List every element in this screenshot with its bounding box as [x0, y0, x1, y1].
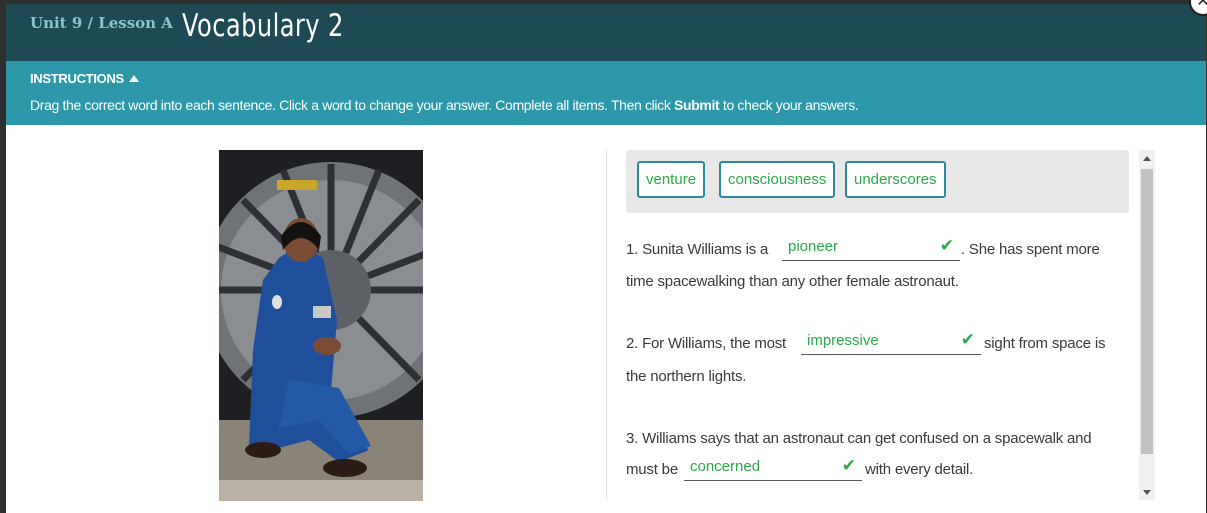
word-bank: venture consciousness underscores: [626, 150, 1129, 213]
word-chip-consciousness[interactable]: consciousness: [719, 161, 836, 198]
question-3-answer[interactable]: concerned: [690, 458, 760, 475]
activity-window: Unit 9 / Lesson A Vocabulary 2 INSTRUCTI…: [6, 4, 1206, 513]
word-chip-venture[interactable]: venture: [637, 161, 706, 198]
scrollbar-thumb[interactable]: [1141, 169, 1153, 454]
question-2-line-2: the northern lights.: [626, 368, 747, 385]
question-1-line-1-end: . She has spent more: [961, 241, 1100, 258]
scroll-down-icon[interactable]: [1143, 490, 1151, 495]
question-2-line-1: 2. For Williams, the most: [626, 335, 787, 352]
question-3-line-1: 3. Williams says that an astronaut can g…: [626, 430, 1092, 447]
submit-keyword: Submit: [674, 97, 720, 113]
question-3-line-2-end: with every detail.: [865, 461, 974, 478]
question-3-line-2: must be: [626, 461, 678, 478]
word-chip-underscores[interactable]: underscores: [845, 161, 946, 198]
content-divider: [606, 150, 607, 500]
instructions-label: INSTRUCTIONS: [30, 71, 124, 86]
astronaut-illustration: [219, 150, 423, 501]
instructions-text: Drag the correct word into each sentence…: [30, 97, 859, 113]
instructions-toggle[interactable]: INSTRUCTIONS: [30, 71, 139, 86]
question-2-answer[interactable]: impressive: [807, 332, 879, 349]
correct-check-icon: ✔: [960, 330, 975, 350]
question-3-blank[interactable]: concerned ✔: [684, 456, 862, 481]
astronaut-photo: [219, 150, 423, 501]
question-2-line-1-end: sight from space is: [984, 335, 1106, 352]
question-1-line-1: 1. Sunita Williams is a: [626, 241, 769, 258]
question-1-answer[interactable]: pioneer: [788, 238, 838, 255]
correct-check-icon: ✔: [939, 236, 954, 256]
breadcrumb: Unit 9 / Lesson A: [30, 14, 173, 32]
collapse-caret-icon: [128, 75, 139, 83]
question-1-line-2: time spacewalking than any other female …: [626, 273, 959, 290]
page-title: Vocabulary 2: [182, 8, 344, 44]
question-1-blank[interactable]: pioneer ✔: [782, 236, 960, 261]
scroll-up-icon[interactable]: [1143, 156, 1151, 161]
question-2-blank[interactable]: impressive ✔: [801, 330, 981, 355]
questions-scrollbar[interactable]: [1139, 150, 1155, 500]
header-bar: Unit 9 / Lesson A Vocabulary 2: [6, 4, 1206, 61]
correct-check-icon: ✔: [841, 456, 856, 476]
instructions-panel: INSTRUCTIONS Drag the correct word into …: [6, 61, 1206, 125]
